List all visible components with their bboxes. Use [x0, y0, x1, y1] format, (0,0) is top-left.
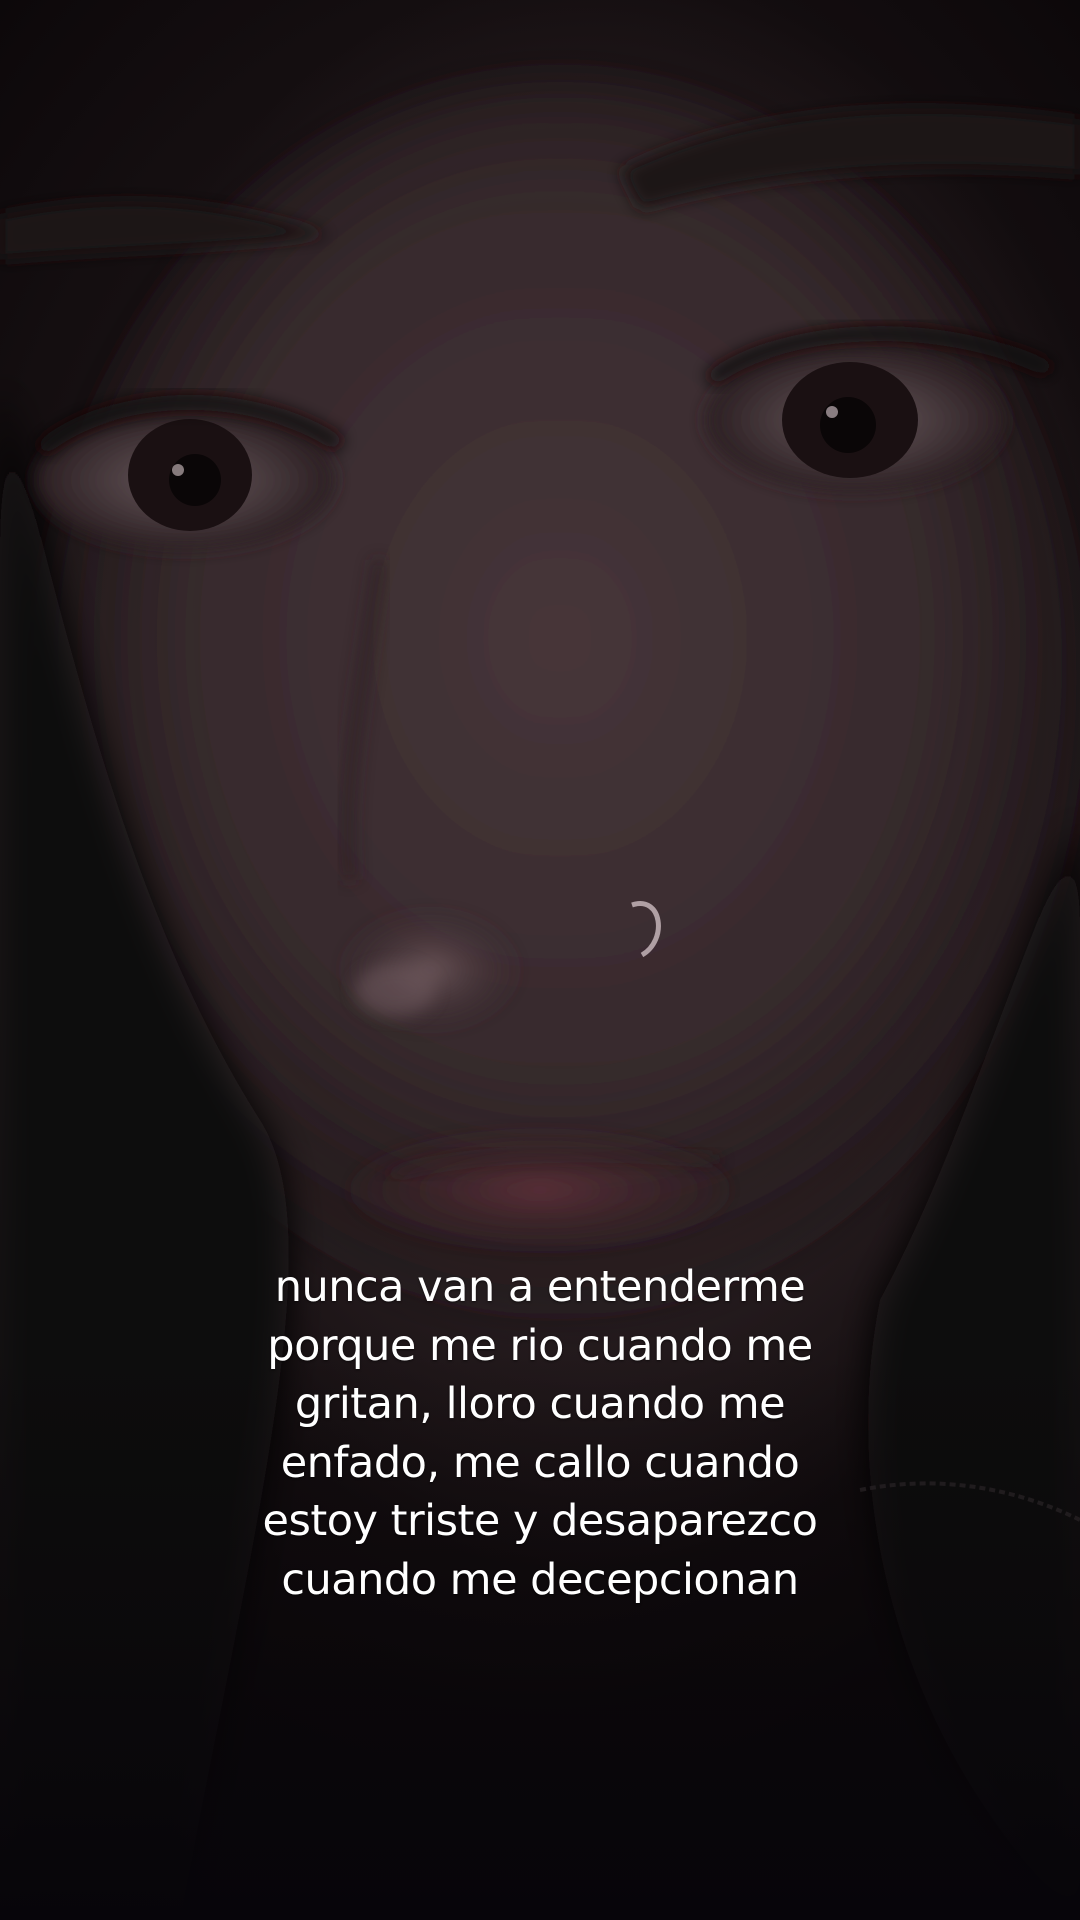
video-frame: nunca van a entenderme porque me rio cua… — [0, 0, 1080, 1920]
selfie-photo — [0, 80, 1080, 1920]
caption-line: gritan, lloro cuando me — [294, 1379, 786, 1429]
caption-line: porque me rio cuando me — [267, 1320, 813, 1371]
caption-line: estoy triste y desaparezco — [262, 1496, 819, 1546]
video-caption: nunca van a entenderme porque me rio cua… — [140, 1258, 940, 1609]
caption-line: cuando me decepcionan — [281, 1554, 799, 1605]
caption-line: nunca van a entenderme — [274, 1262, 806, 1312]
caption-line: enfado, me callo cuando — [280, 1437, 800, 1488]
